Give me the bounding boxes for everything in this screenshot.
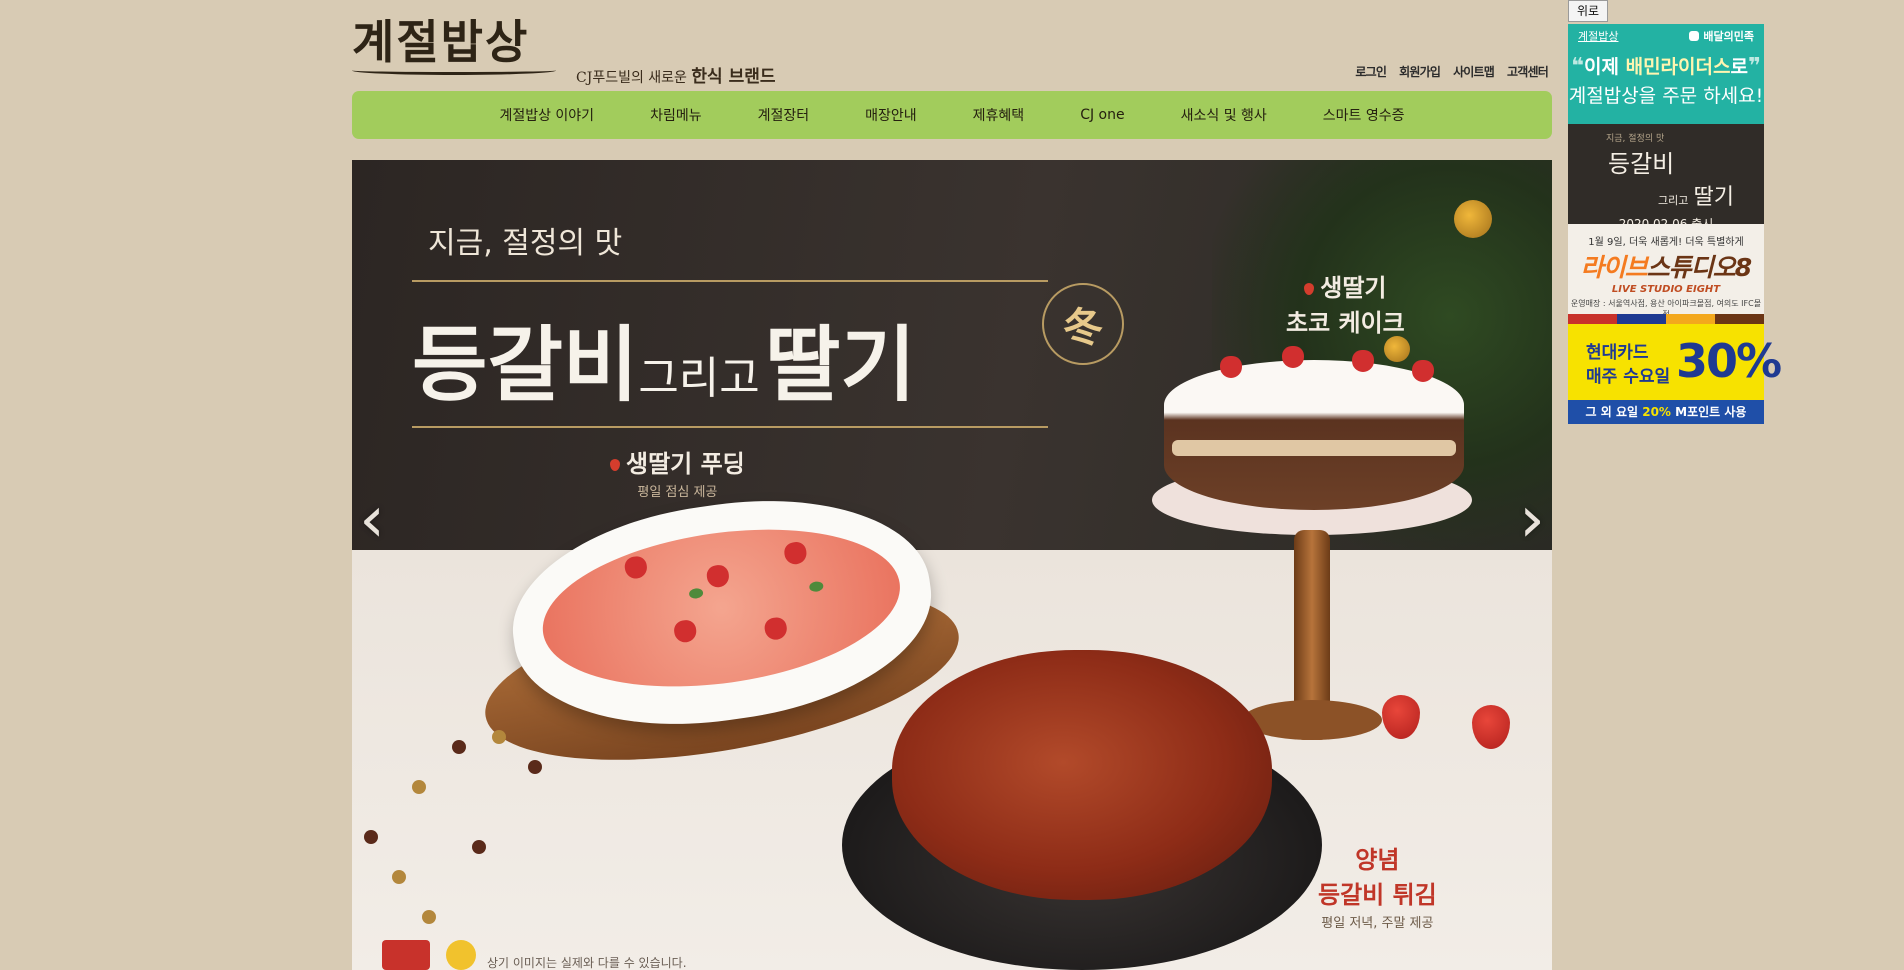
- hero-headline: 등갈비그리고 딸기: [412, 298, 916, 417]
- baemin-app-icon: [1689, 31, 1700, 41]
- card-footer-pre: 그 외 요일: [1585, 405, 1643, 419]
- berry: [412, 780, 426, 794]
- baemin-line1: ❝이제 배민라이더스로❞: [1568, 52, 1764, 79]
- baemin-line1-post: 로: [1730, 56, 1748, 78]
- card-footer: 그 외 요일 20% M포인트 사용: [1568, 400, 1764, 424]
- studio-title-b: 스튜디오8: [1646, 253, 1752, 282]
- berry: [364, 830, 378, 844]
- berry: [492, 730, 506, 744]
- card-line2: 매주 수요일: [1586, 367, 1671, 387]
- close-quote-icon: ❞: [1747, 54, 1761, 79]
- season-kicker: 지금, 절정의 맛: [1606, 134, 1665, 144]
- orange-decoration: [1454, 200, 1492, 238]
- ribs-sub: 평일 저녁, 주말 제공: [1321, 916, 1434, 931]
- card-line1: 현대카드: [1586, 343, 1649, 363]
- headline-and: 그리고: [638, 353, 760, 404]
- callout-ribs: 양념 등갈비 튀김 평일 저녁, 주말 제공: [1318, 840, 1437, 931]
- cake-strawberry: [1220, 356, 1242, 378]
- gold-rule-top: [412, 280, 1048, 282]
- scroll-top-button[interactable]: 위로: [1568, 0, 1608, 22]
- strawberry-icon: [610, 459, 620, 471]
- gold-rule-bottom: [412, 426, 1048, 428]
- chocolate-cake: [1164, 360, 1464, 510]
- live-studio-banner[interactable]: 1월 9일, 더욱 새롭게! 더욱 특별하게 라이브스튜디오8 LIVE STU…: [1568, 224, 1764, 324]
- baemin-banner-header: 계절밥상 배달의민족: [1568, 24, 1764, 48]
- signup-link[interactable]: 회원가입: [1399, 63, 1441, 80]
- nav-item-stores[interactable]: 매장안내: [837, 105, 945, 125]
- studio-top: 1월 9일, 더욱 새롭게! 더욱 특별하게: [1588, 237, 1744, 248]
- tagline-brand: 한식 브랜드: [691, 67, 776, 87]
- studio-title: 라이브스튜디오8: [1568, 248, 1764, 284]
- nav-item-story[interactable]: 계절밥상 이야기: [471, 105, 622, 125]
- hero-slider[interactable]: 지금, 절정의 맛 등갈비그리고 딸기 冬 생딸기 푸딩 평일 점심 제공 생딸…: [352, 160, 1552, 970]
- pudding-sub: 평일 점심 제공: [637, 485, 718, 500]
- baemin-banner[interactable]: 계절밥상 배달의민족 ❝이제 배민라이더스로❞ 계절밥상을 주문 하세요!: [1568, 24, 1764, 124]
- baemin-brand: 계절밥상: [1578, 30, 1619, 43]
- strawberry-icon: [1304, 283, 1315, 295]
- ribs-line2: 등갈비 튀김: [1318, 881, 1437, 909]
- pudding-title: 생딸기 푸딩: [626, 450, 745, 478]
- card-footer-post: M포인트 사용: [1670, 405, 1747, 419]
- open-quote-icon: ❝: [1571, 54, 1585, 79]
- logo-tagline: CJ푸드빌의 새로운 한식 브랜드: [576, 62, 776, 87]
- cake-cream-layer: [1172, 440, 1456, 456]
- image-disclaimer: 상기 이미지는 실제와 다를 수 있습니다.: [487, 956, 687, 970]
- orange-decoration: [1384, 336, 1410, 362]
- baemin-line1-pre: 이제: [1584, 56, 1626, 78]
- studio-title-a: 라이브: [1580, 253, 1648, 282]
- cake-strawberry: [1282, 346, 1304, 368]
- baemin-riders-highlight: 배민라이더스: [1625, 56, 1731, 78]
- baemin-partner-name: 배달의민족: [1703, 30, 1754, 43]
- utility-links: 로그인 회원가입 사이트맵 고객센터: [1355, 63, 1548, 80]
- fried-ribs: [892, 650, 1272, 900]
- berry: [528, 760, 542, 774]
- berry: [422, 910, 436, 924]
- hero-kicker: 지금, 절정의 맛: [428, 226, 623, 261]
- berry: [472, 840, 486, 854]
- berry: [452, 740, 466, 754]
- headline-ribs: 등갈비: [412, 317, 639, 413]
- brand-stamp: [382, 940, 430, 970]
- prev-slide-arrow-icon[interactable]: ‹: [352, 488, 392, 552]
- nav-item-cj-one[interactable]: CJ one: [1052, 107, 1152, 123]
- logo-underline: [352, 66, 556, 75]
- tagline-prefix: CJ푸드빌의 새로운: [576, 70, 692, 86]
- card-footer-highlight: 20%: [1642, 405, 1671, 419]
- nav-item-news[interactable]: 새소식 및 행사: [1153, 105, 1295, 125]
- baemin-line2: 계절밥상을 주문 하세요!: [1568, 85, 1764, 107]
- sitemap-link[interactable]: 사이트맵: [1453, 63, 1495, 80]
- winter-seal: 冬: [1042, 283, 1124, 365]
- season-line-mid: 그리고: [1658, 194, 1689, 207]
- berry-branch: [352, 720, 572, 970]
- cake-line1: 생딸기: [1320, 274, 1387, 302]
- callout-cake: 생딸기 초코 케이크: [1286, 268, 1405, 338]
- callout-pudding: 생딸기 푸딩 평일 점심 제공: [610, 444, 745, 500]
- award-badge: [446, 940, 476, 970]
- login-link[interactable]: 로그인: [1355, 63, 1387, 80]
- headline-strawberry: 딸기: [764, 317, 916, 413]
- season-line-a: 등갈비: [1608, 150, 1675, 178]
- nav-item-benefits[interactable]: 제휴혜택: [945, 105, 1053, 125]
- studio-subtitle: LIVE STUDIO EIGHT: [1611, 284, 1721, 295]
- ribs-line1: 양념: [1355, 846, 1400, 874]
- cake-strawberry: [1412, 360, 1434, 382]
- customer-center-link[interactable]: 고객센터: [1507, 63, 1549, 80]
- hyundai-card-banner[interactable]: 현대카드 매주 수요일 30% 그 외 요일 20% M포인트 사용: [1568, 324, 1782, 424]
- season-line-b: 딸기: [1693, 185, 1734, 210]
- nav-item-smart-receipt[interactable]: 스마트 영수증: [1295, 105, 1433, 125]
- cake-strawberry: [1352, 350, 1374, 372]
- logo-wordmark: 계절밥상: [352, 15, 530, 69]
- next-slide-arrow-icon[interactable]: ›: [1512, 488, 1552, 552]
- baemin-partner-logo: 배달의민족: [1689, 28, 1754, 44]
- nav-item-menu[interactable]: 차림메뉴: [622, 105, 730, 125]
- season-menu-banner[interactable]: 지금, 절정의 맛 등갈비 그리고 딸기 2020.02.06 출시: [1568, 124, 1764, 231]
- berry: [392, 870, 406, 884]
- nav-item-market[interactable]: 계절장터: [730, 105, 838, 125]
- card-percent: 30%: [1676, 334, 1782, 388]
- cake-line2: 초코 케이크: [1286, 309, 1405, 337]
- main-nav: 계절밥상 이야기 차림메뉴 계절장터 매장안내 제휴혜택 CJ one 새소식 …: [352, 91, 1552, 139]
- color-stripe: [1568, 314, 1764, 324]
